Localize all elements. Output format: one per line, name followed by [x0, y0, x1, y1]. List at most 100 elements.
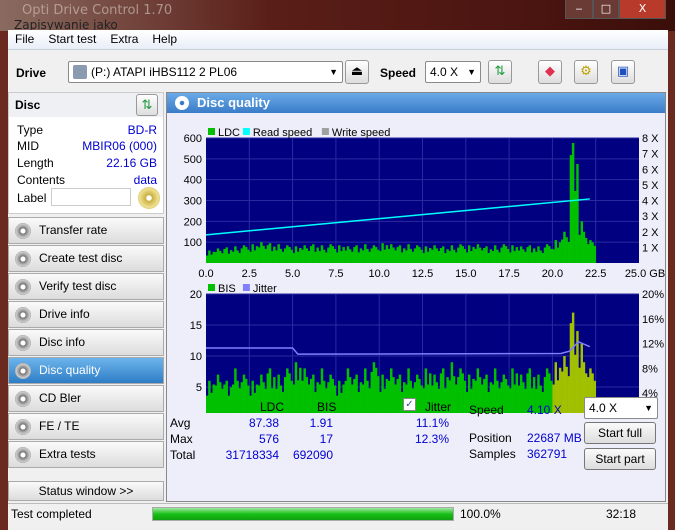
bar	[206, 255, 209, 263]
bar	[550, 248, 553, 263]
menu-start-test[interactable]: Start test	[41, 30, 103, 49]
bar	[277, 244, 280, 263]
bar	[403, 248, 406, 263]
save-icon[interactable]: ▣	[611, 60, 635, 84]
bar	[461, 373, 464, 413]
bar	[331, 246, 335, 263]
bar	[312, 374, 315, 413]
menu-file[interactable]: File	[8, 30, 41, 49]
bar	[569, 323, 573, 413]
bar	[262, 245, 265, 263]
start-full-button[interactable]: Start full	[584, 422, 656, 444]
nav-fe-te[interactable]: FE / TE	[8, 413, 164, 440]
bar	[283, 248, 287, 263]
bar	[366, 248, 369, 263]
bar	[234, 246, 237, 263]
bar	[231, 251, 235, 263]
bar	[565, 366, 568, 413]
nav-disc-quality[interactable]: Disc quality	[8, 357, 164, 384]
nav-drive-info[interactable]: Drive info	[8, 301, 164, 328]
drive-select[interactable]: (P:) ATAPI iHBS112 2 PL06 ▼	[68, 61, 343, 83]
bar	[500, 247, 503, 263]
bar	[253, 392, 257, 413]
jitter-checkbox[interactable]: ✓	[403, 398, 416, 411]
disc-icon[interactable]	[138, 187, 160, 209]
test-speed-value: 4.0 X	[589, 401, 618, 415]
bar	[394, 250, 397, 263]
bar	[452, 376, 456, 413]
bar	[240, 382, 244, 413]
refresh-disc-icon[interactable]: ⇅	[136, 94, 158, 116]
bar	[567, 376, 571, 413]
legend-swatch	[321, 128, 329, 135]
bar	[325, 252, 328, 263]
bar	[236, 380, 239, 413]
x-tick-label: 7.5	[328, 268, 343, 280]
drive-value: (P:) ATAPI iHBS112 2 PL06	[91, 65, 238, 79]
eject-button[interactable]: ⏏	[345, 60, 369, 84]
settings-icon[interactable]: ⚙	[574, 60, 598, 84]
bar	[513, 384, 516, 413]
speed-select[interactable]: 4.0 X ▼	[425, 61, 481, 83]
nav-create-test-disc[interactable]: Create test disc	[8, 245, 164, 272]
bar	[387, 248, 391, 263]
status-window-button[interactable]: Status window >>	[8, 481, 164, 501]
bar	[582, 231, 586, 263]
close-button[interactable]: X	[619, 0, 666, 19]
bar	[288, 373, 291, 413]
start-part-button[interactable]: Start part	[584, 448, 656, 470]
menu-help[interactable]: Help	[145, 30, 184, 49]
bar	[504, 246, 508, 263]
bar	[364, 244, 367, 263]
bar	[593, 245, 596, 263]
y2-tick-label: 2 X	[642, 227, 659, 239]
bar	[249, 395, 252, 413]
disc-icon	[15, 419, 31, 435]
nav-disc-info[interactable]: Disc info	[8, 329, 164, 356]
bar	[589, 240, 592, 263]
bar	[370, 248, 374, 263]
nav-cd-bler[interactable]: CD Bler	[8, 385, 164, 412]
bar	[208, 250, 211, 263]
bar	[338, 380, 341, 413]
bar	[210, 254, 213, 263]
bar	[563, 231, 566, 263]
x-tick-label: 0.0	[198, 268, 213, 280]
bar	[268, 243, 272, 263]
bar	[253, 250, 257, 263]
bar	[301, 249, 304, 263]
nav-extra-tests[interactable]: Extra tests	[8, 441, 164, 468]
bar	[322, 249, 326, 263]
bar	[483, 248, 486, 263]
bar	[225, 247, 228, 263]
erase-icon[interactable]: ◆	[538, 60, 562, 84]
y-tick-label: 5	[196, 382, 202, 394]
disc-icon	[15, 335, 31, 351]
bar	[309, 378, 313, 413]
bar	[383, 388, 386, 413]
bar	[392, 377, 395, 413]
bar	[227, 395, 231, 413]
maximize-button[interactable]: □	[593, 0, 619, 19]
label-input[interactable]	[51, 188, 131, 206]
refresh-icon[interactable]: ⇅	[488, 60, 512, 84]
y2-tick-label: 1 X	[642, 242, 659, 254]
nav-verify-test-disc[interactable]: Verify test disc	[8, 273, 164, 300]
nav-transfer-rate[interactable]: Transfer rate	[8, 217, 164, 244]
bar	[212, 251, 215, 263]
x-tick-label: 25.0 GB	[625, 268, 665, 280]
minimize-button[interactable]: ‒	[565, 0, 593, 19]
bar	[210, 392, 213, 413]
bar	[506, 385, 510, 413]
bar	[457, 377, 460, 413]
bar	[515, 247, 519, 263]
test-speed-select[interactable]: 4.0 X ▼	[584, 397, 658, 419]
y-tick-label: 20	[190, 289, 202, 301]
progress-percent: 100.0%	[460, 507, 501, 521]
bar	[509, 388, 512, 413]
menu-extra[interactable]: Extra	[103, 30, 145, 49]
bar	[340, 392, 343, 413]
bar	[454, 384, 458, 413]
bar	[223, 248, 226, 263]
bar	[385, 378, 389, 413]
